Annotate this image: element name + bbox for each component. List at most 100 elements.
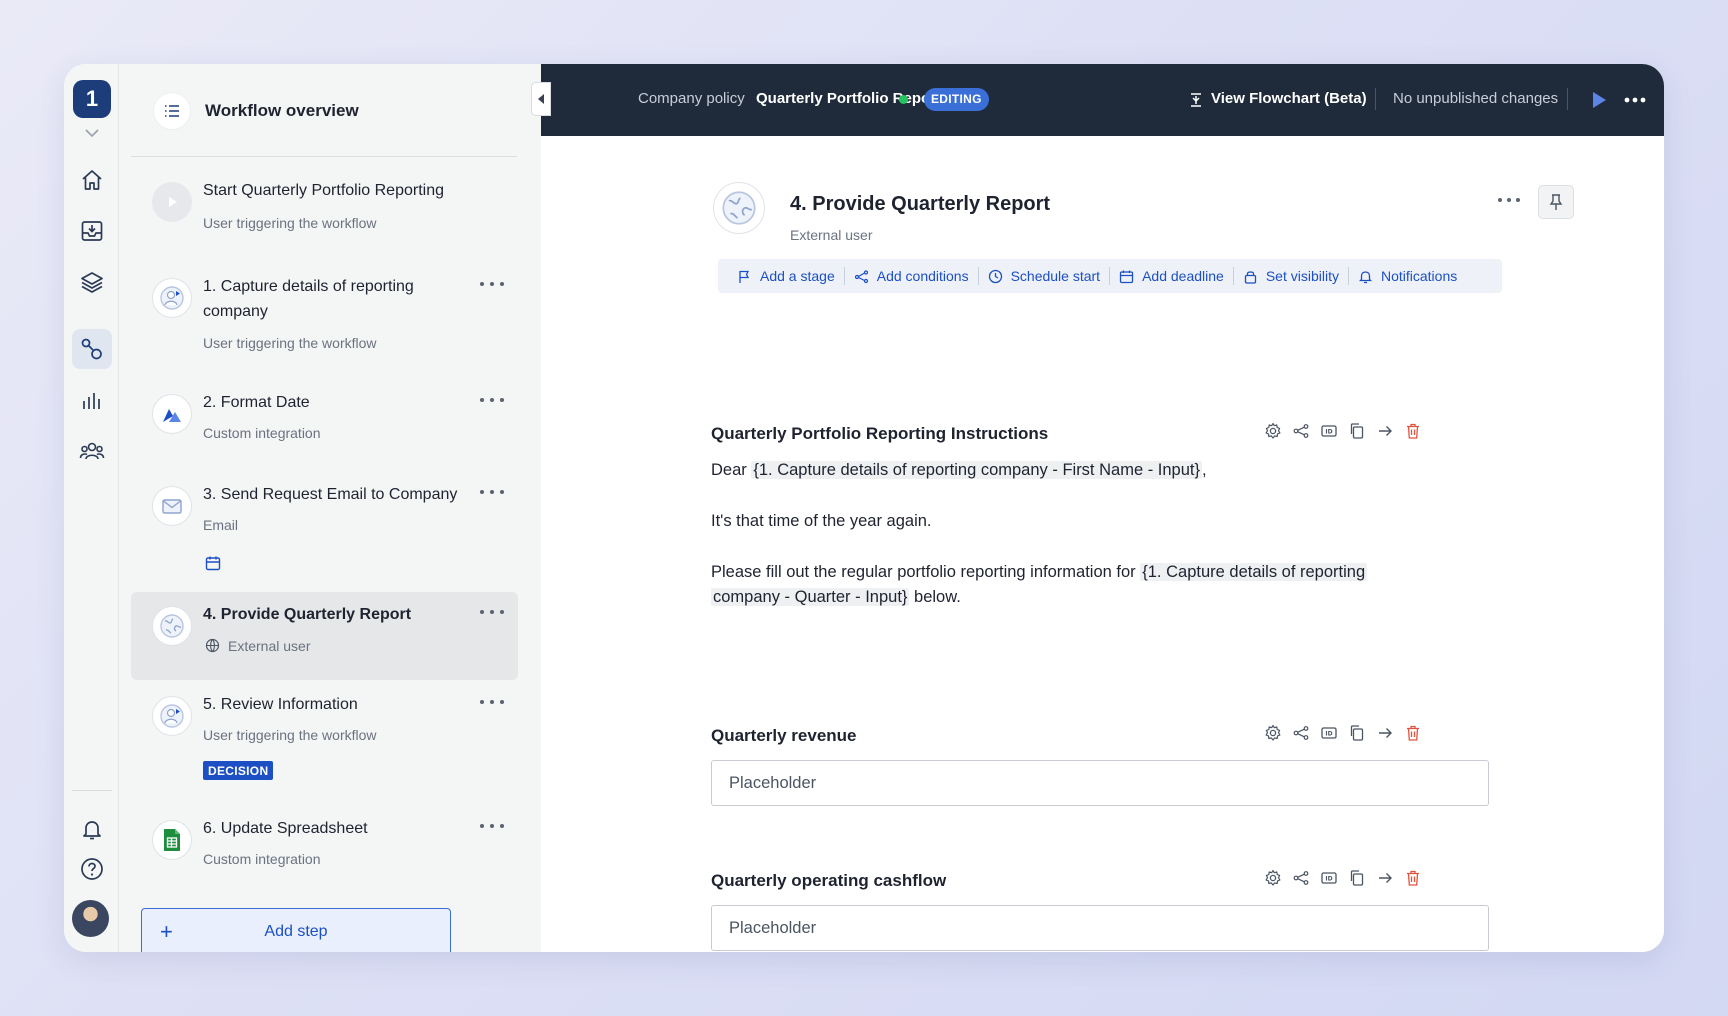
more-options-icon[interactable]: [1624, 97, 1646, 103]
field-label[interactable]: Quarterly operating cashflow: [711, 871, 946, 891]
arrow-right-icon[interactable]: [1376, 724, 1394, 742]
step-subtitle: Email: [203, 517, 239, 533]
id-icon[interactable]: ID: [1320, 724, 1338, 742]
notifications-nav-button[interactable]: [72, 809, 112, 849]
users-nav-button[interactable]: [72, 431, 112, 471]
collapse-sidebar-button[interactable]: [531, 82, 551, 116]
bell-icon: [83, 821, 101, 840]
variable-chip[interactable]: {1. Capture details of reporting company…: [751, 461, 1202, 479]
user-avatar[interactable]: [72, 900, 109, 937]
settings-icon[interactable]: [1264, 869, 1282, 887]
step-start[interactable]: Start Quarterly Portfolio Reporting User…: [131, 168, 518, 254]
more-options-icon[interactable]: [1498, 198, 1520, 204]
users-icon: [79, 442, 105, 460]
add-deadline-button[interactable]: Add deadline: [1110, 266, 1233, 286]
app-window: 1 Workflow overview Start Quarterly Port…: [64, 64, 1664, 952]
trash-icon[interactable]: [1404, 724, 1422, 742]
action-label: Add deadline: [1142, 268, 1224, 284]
list-icon: [153, 92, 191, 130]
quarterly-revenue-input[interactable]: Placeholder: [711, 760, 1489, 806]
step-assignee: External user: [790, 227, 873, 243]
user-trigger-icon: [152, 696, 192, 736]
variable-chip[interactable]: company - Quarter - Input}: [711, 588, 910, 606]
pin-button[interactable]: [1538, 185, 1574, 219]
text: below.: [914, 588, 961, 606]
trash-icon[interactable]: [1404, 422, 1422, 440]
step-title: 3. Send Request Email to Company: [203, 486, 458, 503]
variable-chip[interactable]: {1. Capture details of reporting: [1140, 563, 1368, 581]
step-send-email[interactable]: 3. Send Request Email to Company Email: [131, 472, 518, 584]
step-title[interactable]: 4. Provide Quarterly Report: [790, 193, 1050, 216]
reports-nav-button[interactable]: [72, 380, 112, 420]
instructions-line-2[interactable]: It's that time of the year again.: [711, 509, 1431, 534]
home-nav-button[interactable]: [72, 160, 112, 200]
layers-nav-button[interactable]: [72, 262, 112, 302]
view-flowchart-button[interactable]: View Flowchart (Beta): [1211, 90, 1367, 107]
more-options-icon[interactable]: [480, 694, 504, 710]
play-icon: [152, 182, 192, 222]
more-options-icon[interactable]: [480, 276, 504, 292]
step-format-date[interactable]: 2. Format Date Custom integration: [131, 380, 518, 464]
arrow-right-icon[interactable]: [1376, 422, 1394, 440]
workflows-nav-button[interactable]: [72, 329, 112, 369]
id-icon[interactable]: ID: [1320, 422, 1338, 440]
workflow-overview-link[interactable]: Workflow overview: [153, 92, 359, 130]
step-provide-report[interactable]: 4. Provide Quarterly Report External use…: [131, 592, 518, 680]
help-nav-button[interactable]: [72, 849, 112, 889]
trash-icon[interactable]: [1404, 869, 1422, 887]
add-step-button[interactable]: + Add step: [141, 908, 451, 952]
home-icon: [82, 170, 102, 190]
more-options-icon[interactable]: [480, 604, 504, 620]
instructions-label[interactable]: Quarterly Portfolio Reporting Instructio…: [711, 424, 1048, 444]
settings-icon[interactable]: [1264, 422, 1282, 440]
copy-icon[interactable]: [1348, 724, 1366, 742]
more-options-icon[interactable]: [480, 392, 504, 408]
add-step-label: Add step: [264, 923, 328, 940]
caret-left-icon: [538, 94, 544, 104]
instructions-line-3[interactable]: Please fill out the regular portfolio re…: [711, 560, 1431, 610]
org-badge[interactable]: 1: [73, 80, 111, 118]
copy-icon[interactable]: [1348, 422, 1366, 440]
decision-badge: DECISION: [203, 761, 274, 780]
breadcrumb-parent[interactable]: Company policy: [638, 90, 745, 107]
bell-icon: [1358, 270, 1373, 283]
integration-icon: [152, 394, 192, 434]
logic-icon[interactable]: [1292, 422, 1310, 440]
add-conditions-button[interactable]: Add conditions: [845, 266, 978, 286]
arrow-right-icon[interactable]: [1376, 869, 1394, 887]
field-tools: ID: [1264, 724, 1422, 742]
user-trigger-icon: [152, 278, 192, 318]
action-label: Add a stage: [760, 268, 835, 284]
step-review-information[interactable]: 5. Review Information User triggering th…: [131, 682, 518, 794]
step-title: 1. Capture details of reporting company: [203, 278, 414, 320]
step-update-spreadsheet[interactable]: 6. Update Spreadsheet Custom integration: [131, 806, 518, 890]
id-icon[interactable]: ID: [1320, 869, 1338, 887]
action-label: Add conditions: [876, 268, 969, 284]
copy-icon[interactable]: [1348, 869, 1366, 887]
set-visibility-button[interactable]: Set visibility: [1234, 266, 1348, 286]
step-actions-bar: Add a stage Add conditions Schedule star…: [718, 259, 1502, 293]
quarterly-operating-cashflow-input[interactable]: Placeholder: [711, 905, 1489, 951]
field-label[interactable]: Quarterly revenue: [711, 726, 857, 746]
sidebar-divider: [131, 156, 517, 157]
more-options-icon[interactable]: [480, 484, 504, 500]
topbar-divider: [1375, 88, 1376, 110]
svg-text:ID: ID: [1325, 731, 1332, 738]
lock-icon: [1244, 270, 1256, 284]
schedule-start-button[interactable]: Schedule start: [979, 266, 1110, 286]
more-options-icon[interactable]: [480, 818, 504, 834]
chevron-down-icon[interactable]: [81, 126, 103, 140]
logic-icon[interactable]: [1292, 869, 1310, 887]
step-subtitle: User triggering the workflow: [203, 335, 377, 351]
email-icon: [152, 486, 192, 526]
nav-rail: 1: [64, 64, 119, 952]
step-capture-details[interactable]: 1. Capture details of reporting company …: [131, 264, 518, 374]
play-icon[interactable]: [1591, 91, 1607, 109]
settings-icon[interactable]: [1264, 724, 1282, 742]
instructions-line-1[interactable]: Dear {1. Capture details of reporting co…: [711, 458, 1431, 483]
add-stage-button[interactable]: Add a stage: [728, 266, 844, 286]
inbox-nav-button[interactable]: [72, 211, 112, 251]
notifications-button[interactable]: Notifications: [1349, 266, 1466, 286]
step-title: 4. Provide Quarterly Report: [203, 606, 412, 623]
logic-icon[interactable]: [1292, 724, 1310, 742]
